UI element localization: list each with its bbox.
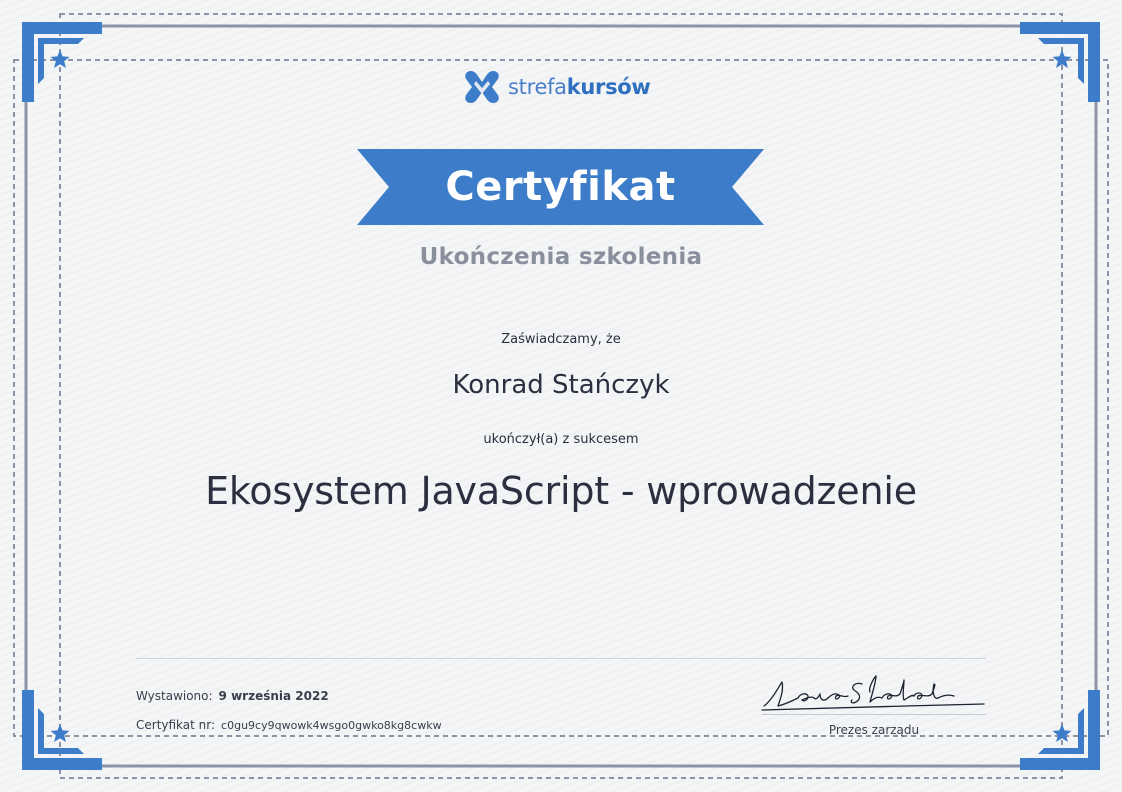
brand-name-part2: kursów bbox=[566, 75, 651, 99]
star-icon bbox=[1052, 724, 1072, 742]
star-icon bbox=[50, 724, 70, 742]
certificate-number-row: Certyfikat nr: c0gu9cy9qwowk4wsgo0gwko8kg… bbox=[136, 718, 442, 732]
signature-image bbox=[761, 675, 985, 711]
course-name: Ekosystem JavaScript - wprowadzenie bbox=[205, 469, 917, 513]
issued-label: Wystawiono: bbox=[136, 689, 213, 703]
brand-wordmark: strefakursów bbox=[508, 67, 651, 107]
certificate-subtitle: Ukończenia szkolenia bbox=[419, 244, 703, 270]
completed-line: ukończył(a) z sukcesem bbox=[483, 432, 639, 447]
cert-no-value: c0gu9cy9qwowk4wsgo0gwko8kg8cwkw bbox=[221, 719, 442, 732]
strefakursow-logo-icon bbox=[465, 71, 499, 103]
star-icon bbox=[50, 50, 70, 68]
brand-logo[interactable]: strefakursów bbox=[462, 66, 651, 108]
issued-date-row: Wystawiono: 9 września 2022 bbox=[136, 689, 329, 703]
recipient-name: Konrad Stańczyk bbox=[452, 370, 670, 400]
cert-no-label: Certyfikat nr: bbox=[136, 718, 216, 732]
issued-date: 9 września 2022 bbox=[218, 689, 329, 703]
certify-line: Zaświadczamy, że bbox=[501, 332, 621, 347]
signature-line bbox=[762, 714, 986, 715]
footer-divider bbox=[136, 658, 986, 659]
certificate-title: Certyfikat bbox=[445, 164, 676, 210]
signer-title: Prezes zarządu bbox=[828, 723, 920, 737]
brand-name-part1: strefa bbox=[508, 75, 567, 99]
